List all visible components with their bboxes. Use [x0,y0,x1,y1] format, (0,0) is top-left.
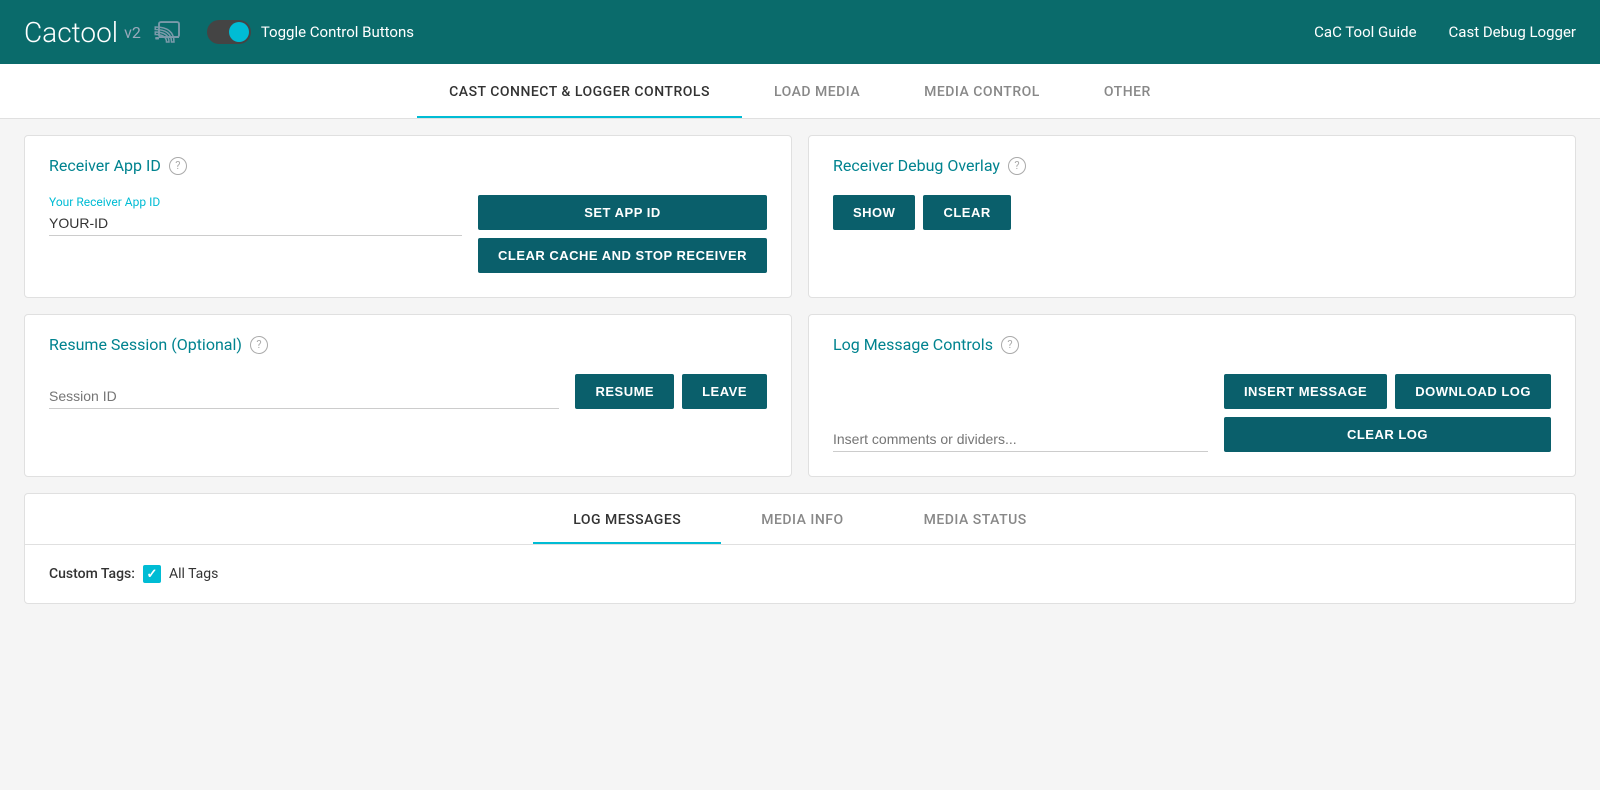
resume-session-help-icon[interactable]: ? [250,336,268,354]
tab-log-messages[interactable]: LOG MESSAGES [533,498,721,544]
nav-cac-tool-guide[interactable]: CaC Tool Guide [1314,23,1416,41]
custom-tags-row: Custom Tags: ✓ All Tags [49,565,1551,583]
cards-grid: Receiver App ID ? Your Receiver App ID S… [24,135,1576,477]
custom-tags-label: Custom Tags: [49,566,135,582]
toggle-area: Toggle Control Buttons [207,20,414,44]
log-message-buttons: INSERT MESSAGE DOWNLOAD LOG CLEAR LOG [1224,374,1551,452]
log-message-controls-title: Log Message Controls ? [833,335,1551,354]
tab-load-media[interactable]: LOAD MEDIA [742,68,892,118]
cast-icon [151,17,187,47]
resume-session-content: RESUME LEAVE [49,374,767,409]
main-content: Receiver App ID ? Your Receiver App ID S… [0,119,1600,620]
resume-session-title-text: Resume Session (Optional) [49,335,242,354]
insert-message-button[interactable]: INSERT MESSAGE [1224,374,1387,409]
show-overlay-button[interactable]: SHOW [833,195,915,230]
receiver-app-id-card: Receiver App ID ? Your Receiver App ID S… [24,135,792,298]
receiver-app-id-title: Receiver App ID ? [49,156,767,175]
logo-version: v2 [124,23,141,42]
receiver-debug-overlay-buttons: SHOW CLEAR [833,195,1551,230]
header-nav: CaC Tool Guide Cast Debug Logger [1314,23,1576,41]
receiver-app-id-title-text: Receiver App ID [49,156,161,175]
receiver-app-id-input-group: Your Receiver App ID SET APP ID CLEAR CA… [49,195,767,273]
bottom-tab-nav: LOG MESSAGES MEDIA INFO MEDIA STATUS [25,494,1575,545]
tab-media-info[interactable]: MEDIA INFO [721,498,883,544]
receiver-debug-overlay-title: Receiver Debug Overlay ? [833,156,1551,175]
all-tags-label: All Tags [169,566,218,582]
nav-cast-debug-logger[interactable]: Cast Debug Logger [1449,23,1576,41]
toggle-switch[interactable] [207,20,251,44]
clear-cache-stop-button[interactable]: CLEAR CACHE AND STOP RECEIVER [478,238,767,273]
receiver-app-id-buttons: SET APP ID CLEAR CACHE AND STOP RECEIVER [478,195,767,273]
resume-button[interactable]: RESUME [575,374,674,409]
clear-overlay-button[interactable]: CLEAR [923,195,1010,230]
resume-session-card: Resume Session (Optional) ? RESUME LEAVE [24,314,792,477]
receiver-debug-overlay-card: Receiver Debug Overlay ? SHOW CLEAR [808,135,1576,298]
log-message-controls-content: INSERT MESSAGE DOWNLOAD LOG CLEAR LOG [833,374,1551,452]
bottom-content: Custom Tags: ✓ All Tags [25,545,1575,603]
log-message-controls-help-icon[interactable]: ? [1001,336,1019,354]
tab-cast-connect[interactable]: CAST CONNECT & LOGGER CONTROLS [417,68,742,118]
tab-other[interactable]: OTHER [1072,68,1183,118]
resume-session-buttons: RESUME LEAVE [575,374,767,409]
log-message-controls-card: Log Message Controls ? INSERT MESSAGE DO… [808,314,1576,477]
log-message-controls-title-text: Log Message Controls [833,335,993,354]
app-header: Cactool v2 Toggle Control Buttons CaC To… [0,0,1600,64]
logo-area: Cactool v2 [24,16,187,49]
download-log-button[interactable]: DOWNLOAD LOG [1395,374,1551,409]
bottom-section: LOG MESSAGES MEDIA INFO MEDIA STATUS Cus… [24,493,1576,604]
receiver-app-id-input-wrapper: Your Receiver App ID [49,195,462,236]
resume-session-title: Resume Session (Optional) ? [49,335,767,354]
set-app-id-button[interactable]: SET APP ID [478,195,767,230]
tab-media-status[interactable]: MEDIA STATUS [884,498,1067,544]
clear-log-button[interactable]: CLEAR LOG [1224,417,1551,452]
session-id-input[interactable] [49,384,559,409]
log-comment-input[interactable] [833,427,1208,452]
toggle-label: Toggle Control Buttons [261,23,414,41]
receiver-debug-overlay-help-icon[interactable]: ? [1008,157,1026,175]
all-tags-checkbox[interactable]: ✓ [143,565,161,583]
receiver-app-id-input-label: Your Receiver App ID [49,195,462,209]
receiver-app-id-input[interactable] [49,211,462,236]
top-tab-nav: CAST CONNECT & LOGGER CONTROLS LOAD MEDI… [0,64,1600,119]
checkbox-checkmark: ✓ [146,568,157,581]
receiver-debug-overlay-title-text: Receiver Debug Overlay [833,156,1000,175]
logo-text: Cactool [24,16,118,49]
receiver-app-id-help-icon[interactable]: ? [169,157,187,175]
toggle-knob [229,22,249,42]
log-message-top-buttons: INSERT MESSAGE DOWNLOAD LOG [1224,374,1551,409]
tab-media-control[interactable]: MEDIA CONTROL [892,68,1072,118]
leave-button[interactable]: LEAVE [682,374,767,409]
